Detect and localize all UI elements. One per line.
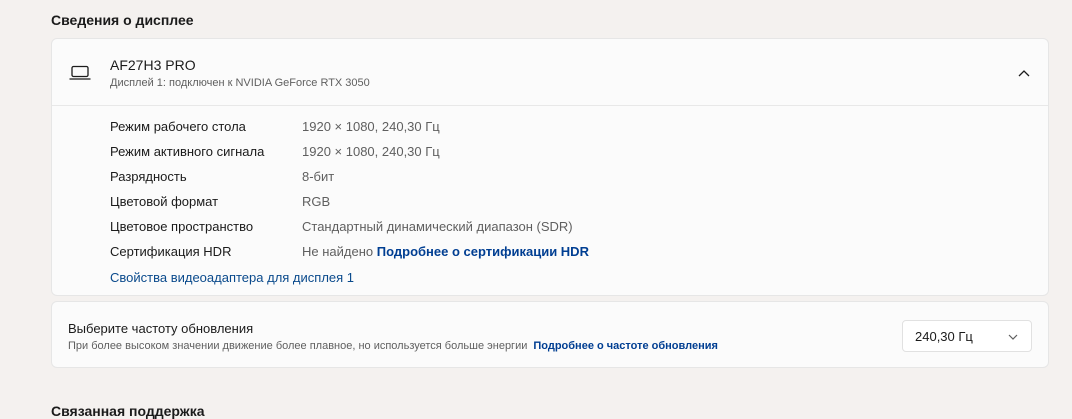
device-name: AF27H3 PRO — [110, 57, 196, 73]
detail-value: 1920 × 1080, 240,30 Гц — [302, 144, 440, 159]
detail-label: Сертификация HDR — [110, 244, 232, 259]
detail-label: Цветовое пространство — [110, 219, 254, 234]
detail-value-hdr: Не найдено Подробнее о сертификации HDR — [302, 244, 589, 259]
detail-value: 8-бит — [302, 169, 335, 184]
adapter-properties-link[interactable]: Свойства видеоадаптера для дисплея 1 — [110, 270, 354, 285]
chevron-up-icon — [1018, 70, 1030, 77]
section-title: Сведения о дисплее — [51, 12, 194, 28]
refresh-rate-card: Выберите частоту обновления При более вы… — [51, 301, 1049, 368]
collapse-button[interactable] — [1012, 61, 1036, 85]
refresh-rate-value: 240,30 Гц — [915, 329, 973, 344]
related-support-title: Связанная поддержка — [51, 403, 205, 419]
detail-value: RGB — [302, 194, 331, 209]
detail-label: Режим активного сигнала — [110, 144, 265, 159]
refresh-rate-link[interactable]: Подробнее о частоте обновления — [533, 340, 718, 352]
detail-label: Цветовой формат — [110, 194, 219, 209]
detail-value: Стандартный динамический диапазон (SDR) — [302, 219, 573, 234]
detail-value: 1920 × 1080, 240,30 Гц — [302, 119, 440, 134]
hdr-certification-link[interactable]: Подробнее о сертификации HDR — [377, 244, 589, 259]
hdr-status: Не найдено — [302, 244, 374, 259]
chevron-down-icon — [1008, 334, 1018, 340]
refresh-rate-description: При более высоком значении движение боле… — [68, 340, 718, 352]
detail-label: Разрядность — [110, 169, 187, 184]
refresh-rate-subtitle: При более высоком значении движение боле… — [68, 340, 528, 352]
display-info-card: AF27H3 PRO Дисплей 1: подключен к NVIDIA… — [51, 38, 1049, 296]
refresh-rate-title: Выберите частоту обновления — [68, 321, 254, 336]
device-subtitle: Дисплей 1: подключен к NVIDIA GeForce RT… — [110, 77, 370, 89]
detail-label: Режим рабочего стола — [110, 119, 246, 134]
monitor-icon — [69, 65, 91, 80]
display-card-header[interactable]: AF27H3 PRO Дисплей 1: подключен к NVIDIA… — [52, 39, 1048, 106]
refresh-rate-dropdown[interactable]: 240,30 Гц — [902, 320, 1032, 352]
